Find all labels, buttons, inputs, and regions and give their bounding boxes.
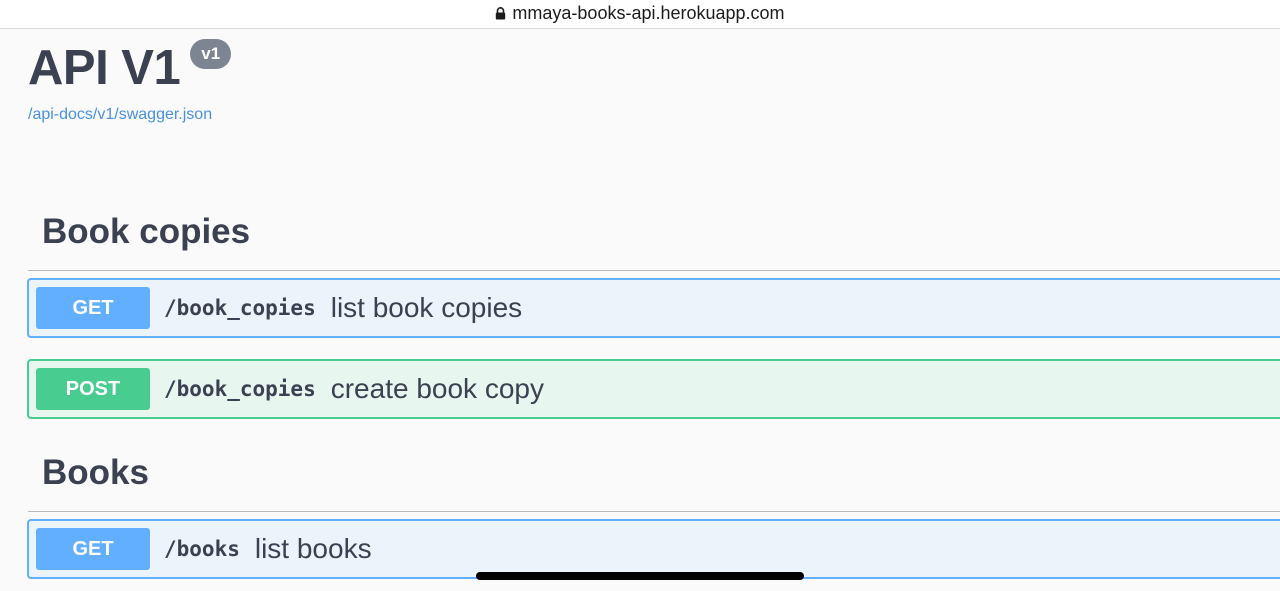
browser-url-bar[interactable]: mmaya-books-api.herokuapp.com	[0, 0, 1280, 29]
operation-path: /book_copies	[164, 296, 316, 320]
operation-get-books[interactable]: GET /books list books	[27, 519, 1280, 579]
tag-header-books[interactable]: Books	[28, 453, 1280, 512]
page-title: API V1	[28, 41, 181, 95]
lock-icon	[496, 6, 506, 19]
tag-title: Books	[42, 453, 149, 492]
operation-post-book-copies[interactable]: POST /book_copies create book copy	[27, 359, 1280, 419]
method-badge: GET	[36, 287, 150, 329]
operation-path: /book_copies	[164, 377, 316, 401]
tag-header-book-copies[interactable]: Book copies	[28, 212, 1280, 271]
method-badge: GET	[36, 528, 150, 570]
home-indicator[interactable]	[476, 572, 804, 580]
operation-summary: create book copy	[330, 373, 544, 404]
version-badge: v1	[190, 39, 232, 69]
operation-summary: list books	[254, 533, 372, 564]
tag-title: Book copies	[42, 212, 251, 251]
operation-summary: list book copies	[330, 292, 523, 323]
operation-path: /books	[164, 537, 240, 561]
operation-get-book-copies[interactable]: GET /book_copies list book copies	[27, 278, 1280, 338]
url-text: mmaya-books-api.herokuapp.com	[512, 2, 785, 23]
api-info: API V1 v1 /api-docs/v1/swagger.json	[28, 39, 232, 124]
url-display[interactable]: mmaya-books-api.herokuapp.com	[495, 2, 785, 24]
method-badge: POST	[36, 368, 150, 410]
swagger-json-link[interactable]: /api-docs/v1/swagger.json	[28, 106, 212, 124]
